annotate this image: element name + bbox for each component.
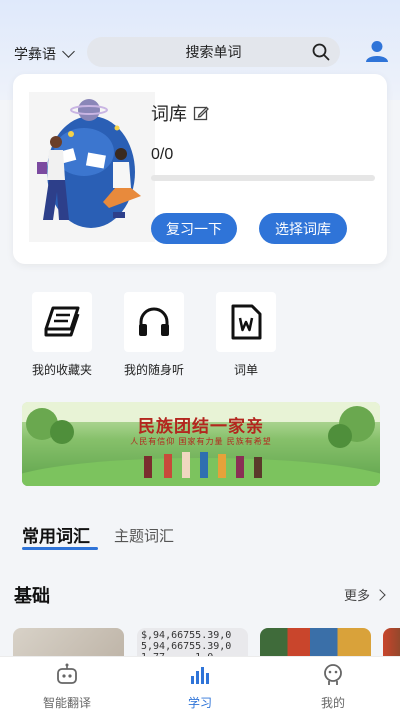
review-button[interactable]: 复习一下 bbox=[151, 213, 237, 244]
wordlist-shortcut[interactable]: 词单 bbox=[214, 292, 278, 378]
chevron-right-icon bbox=[374, 588, 386, 601]
vocabulary-card: 词库 0/0 复习一下 选择词库 bbox=[13, 74, 387, 264]
listen-shortcut[interactable]: 我的随身听 bbox=[122, 292, 186, 378]
tab-common-vocab[interactable]: 常用词汇 bbox=[22, 522, 90, 547]
search-bar[interactable]: 搜索单词 bbox=[87, 37, 340, 67]
progress-count: 0/0 bbox=[151, 146, 174, 163]
word-doc-icon bbox=[231, 304, 262, 340]
robot-icon bbox=[57, 663, 77, 684]
favorites-shortcut[interactable]: 我的收藏夹 bbox=[30, 292, 94, 378]
thumbnail-text-line: 5,94,66755.39,0 bbox=[141, 641, 232, 652]
headphones-icon bbox=[139, 307, 169, 336]
wordbank-title[interactable]: 词库 bbox=[151, 100, 209, 126]
language-selector[interactable]: 学彝语 bbox=[14, 44, 75, 64]
wordbank-title-text: 词库 bbox=[151, 104, 187, 124]
active-tab-indicator bbox=[22, 547, 98, 550]
language-label: 学彝语 bbox=[14, 46, 56, 62]
search-icon[interactable] bbox=[312, 43, 330, 61]
study-illustration bbox=[29, 92, 155, 242]
nav-translate-label: 智能翻译 bbox=[42, 696, 91, 710]
banner-subtitle: 人民有信仰 国家有力量 民族有希望 bbox=[130, 437, 272, 446]
favorites-icon-box bbox=[32, 292, 92, 352]
book-icon bbox=[44, 306, 80, 337]
tab-topic-vocab[interactable]: 主题词汇 bbox=[114, 525, 174, 546]
favorites-label: 我的收藏夹 bbox=[31, 363, 92, 377]
nav-me-label: 我的 bbox=[320, 696, 345, 710]
bottom-navigation: 智能翻译 学习 我的 bbox=[0, 656, 400, 711]
search-placeholder: 搜索单词 bbox=[185, 44, 242, 60]
promo-banner[interactable]: 民族团结一家亲 人民有信仰 国家有力量 民族有希望 bbox=[22, 402, 380, 486]
profile-face-icon bbox=[324, 664, 342, 685]
listen-label: 我的随身听 bbox=[123, 363, 184, 377]
chevron-down-icon bbox=[62, 45, 75, 58]
more-label: 更多 bbox=[344, 588, 371, 603]
wordlist-icon-box bbox=[216, 292, 276, 352]
edit-icon[interactable] bbox=[193, 105, 209, 121]
thumbnail-text-line: $,94,66755.39,0 bbox=[141, 630, 232, 641]
banner-title: 民族团结一家亲 bbox=[138, 417, 264, 437]
bars-icon bbox=[191, 667, 209, 684]
more-link[interactable]: 更多 bbox=[344, 585, 386, 604]
section-title: 基础 bbox=[14, 586, 50, 606]
select-wordbank-button[interactable]: 选择词库 bbox=[259, 213, 347, 244]
nav-translate[interactable]: 智能翻译 bbox=[27, 663, 107, 711]
listen-icon-box bbox=[124, 292, 184, 352]
nav-me[interactable]: 我的 bbox=[293, 663, 373, 711]
progress-bar bbox=[151, 175, 375, 181]
nav-study-label: 学习 bbox=[187, 696, 212, 710]
nav-study[interactable]: 学习 bbox=[160, 663, 240, 711]
wordlist-label: 词单 bbox=[233, 363, 258, 377]
user-avatar-icon[interactable] bbox=[366, 40, 388, 62]
